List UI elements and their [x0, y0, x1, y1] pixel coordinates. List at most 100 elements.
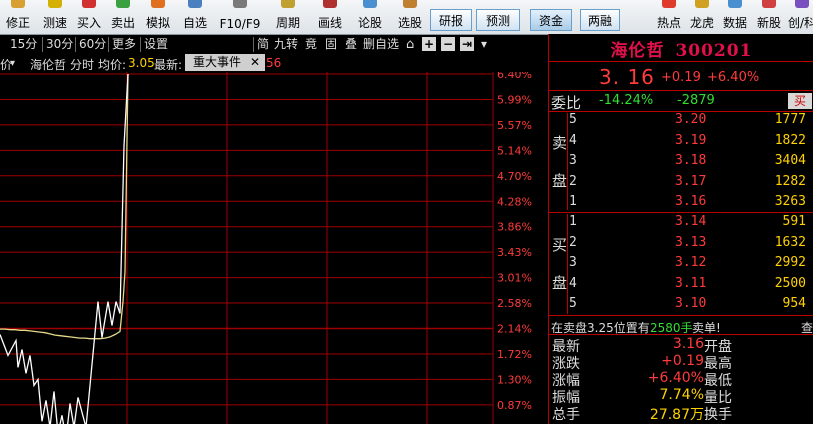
- y-tick-label: 3.01%: [497, 272, 532, 285]
- bid-row[interactable]: 4 3.11 2500: [569, 274, 813, 294]
- chart-menu-icon[interactable]: ▾: [477, 37, 491, 51]
- toolbar-button-13[interactable]: 龙虎: [686, 0, 718, 34]
- last-price: 3. 16: [599, 65, 655, 89]
- settings-button[interactable]: 设置: [142, 36, 170, 53]
- close-icon[interactable]: ✕: [250, 54, 260, 71]
- toolbar-button-label: 数据: [722, 16, 747, 30]
- toolbar-button-label: 自选: [182, 16, 207, 30]
- ask-row[interactable]: 2 3.17 1282: [569, 172, 813, 192]
- price-line: [0, 73, 129, 424]
- toolbar-button-8[interactable]: 周期: [266, 0, 310, 34]
- remove-watchlist-button[interactable]: 删自选: [361, 36, 401, 53]
- toolbar-button-15[interactable]: 新股: [752, 0, 786, 34]
- ask-volume: 1822: [774, 132, 806, 148]
- draw-line-icon: [323, 0, 337, 8]
- toolbar-button-2[interactable]: 测速: [38, 0, 72, 34]
- toolbar-button-11[interactable]: 选股: [390, 0, 430, 34]
- research-button-4[interactable]: 两融: [580, 9, 620, 31]
- toolbar-button-14[interactable]: 数据: [718, 0, 752, 34]
- pin-button[interactable]: 固: [323, 36, 339, 53]
- zoom-out-button[interactable]: −: [441, 37, 455, 51]
- bid-row[interactable]: 2 3.13 1632: [569, 233, 813, 253]
- quote-value: +6.40%: [647, 370, 704, 386]
- toolbar-button-label: 创/科: [787, 16, 813, 30]
- discuss-icon: [363, 0, 377, 8]
- chevron-down-icon[interactable]: ▾: [10, 58, 15, 69]
- toolbar-button-6[interactable]: 自选: [176, 0, 214, 34]
- toolbar-button-label: 热点: [656, 16, 681, 30]
- event-tag-label: 重大事件: [193, 55, 242, 69]
- simple-mode-button[interactable]: 简: [255, 36, 271, 53]
- toolbar-button-9[interactable]: 画线: [310, 0, 350, 34]
- quote-value: 3.16: [672, 336, 704, 352]
- ask-level: 5: [569, 112, 577, 127]
- ask-row[interactable]: 3 3.18 3404: [569, 151, 813, 171]
- bid-price: 3.14: [675, 214, 707, 229]
- divider: [140, 37, 141, 52]
- y-tick-label: 2.14%: [497, 323, 532, 336]
- toolbar-button-label: 画线: [317, 16, 342, 30]
- bid-row[interactable]: 5 3.10 954: [569, 294, 813, 314]
- toolbar-button-label: 周期: [275, 16, 300, 30]
- y-tick-label: 5.99%: [497, 93, 532, 106]
- y-tick-label: 1.72%: [497, 348, 532, 361]
- toolbar-button-10[interactable]: 论股: [350, 0, 390, 34]
- toolbar-button-3[interactable]: 买入: [72, 0, 106, 34]
- divider: [75, 37, 76, 52]
- auction-button[interactable]: 竟: [303, 36, 319, 53]
- bid-row[interactable]: 1 3.14 591: [569, 212, 813, 232]
- research-button-1[interactable]: 研报: [430, 9, 472, 31]
- latest-label: 最新:: [154, 58, 183, 72]
- toolbar-button-1[interactable]: 修正: [0, 0, 36, 34]
- stock-name: 海伦哲: [610, 41, 665, 61]
- y-tick-label: 4.70%: [497, 170, 532, 183]
- large-order-notice: 在卖盘3.25位置有 2580手 卖单! 查: [549, 317, 813, 335]
- toolbar-button-7[interactable]: F10/F9: [214, 0, 266, 34]
- avg-price-value: 3.05: [128, 56, 155, 70]
- quick-buy-button[interactable]: 买: [788, 93, 812, 109]
- ratio-diff: -2879: [677, 93, 715, 108]
- ask-volume: 1282: [774, 173, 806, 189]
- latest-value-tail: 56: [266, 56, 282, 70]
- major-event-tag[interactable]: 重大事件 ✕: [185, 54, 265, 71]
- chart-toolbar: 15分 30分 60分 更多 设置 简 九转 竟 固 叠 删自选 ⌂ + − ⇥…: [0, 35, 493, 54]
- divider: [253, 37, 254, 52]
- intraday-chart[interactable]: 6.40% 5.99% 5.57% 5.14% 4.70% 4.28% 3.86% 3.43%…: [0, 72, 550, 424]
- ask-price: 3.16: [675, 194, 707, 209]
- toolbar-button-label: 选股: [397, 16, 422, 30]
- period-15m-tab[interactable]: 15分: [8, 36, 39, 53]
- quote-value: 27.87万: [649, 407, 704, 423]
- quote-panel: 海伦哲 300201 3. 16 +0.19 +6.40% 委比 -14.24%…: [548, 34, 813, 424]
- overlay-button[interactable]: 叠: [343, 36, 359, 53]
- zoom-in-button[interactable]: +: [422, 37, 436, 51]
- divider: [549, 315, 813, 316]
- quote-right-label: 换手: [704, 407, 732, 423]
- main-toolbar: 修正 测速 买入 卖出 模拟 自选 F10/F9 周期 画线 论股 选股 热点 龙虎 数据 新股 创/科 研报预…: [0, 0, 813, 35]
- more-periods-tab[interactable]: 更多: [110, 36, 138, 53]
- period-30m-tab[interactable]: 30分: [44, 36, 75, 53]
- ask-row[interactable]: 5 3.20 1777: [569, 110, 813, 130]
- bid-price: 3.12: [675, 255, 707, 270]
- ask-row[interactable]: 1 3.16 3263: [569, 192, 813, 212]
- bid-row[interactable]: 3 3.12 2992: [569, 253, 813, 273]
- toolbar-button-4[interactable]: 卖出: [106, 0, 140, 34]
- research-button-2[interactable]: 预测: [476, 9, 520, 31]
- ask-price: 3.19: [675, 132, 707, 148]
- lock-icon[interactable]: ⌂: [404, 36, 416, 53]
- ask-row[interactable]: 4 3.19 1822: [569, 131, 813, 151]
- toolbar-button-label: 龙虎: [689, 16, 714, 30]
- quote-row: 涨幅 +6.40% 最低: [549, 370, 813, 389]
- period-60m-tab[interactable]: 60分: [77, 36, 108, 53]
- bid-level: 1: [569, 214, 577, 229]
- research-button-3[interactable]: 资金: [530, 9, 572, 31]
- next-icon[interactable]: ⇥: [460, 37, 474, 51]
- nine-turn-button[interactable]: 九转: [272, 36, 300, 53]
- toolbar-button-label: 卖出: [110, 16, 135, 30]
- toolbar-button-5[interactable]: 模拟: [140, 0, 176, 34]
- ask-price: 3.17: [675, 173, 707, 189]
- bid-volume: 591: [782, 214, 806, 229]
- toolbar-button-16[interactable]: 创/科: [786, 0, 813, 34]
- bid-volume: 1632: [774, 234, 806, 250]
- toolbar-button-12[interactable]: 热点: [652, 0, 686, 34]
- dragon-tiger-icon: [695, 0, 709, 8]
